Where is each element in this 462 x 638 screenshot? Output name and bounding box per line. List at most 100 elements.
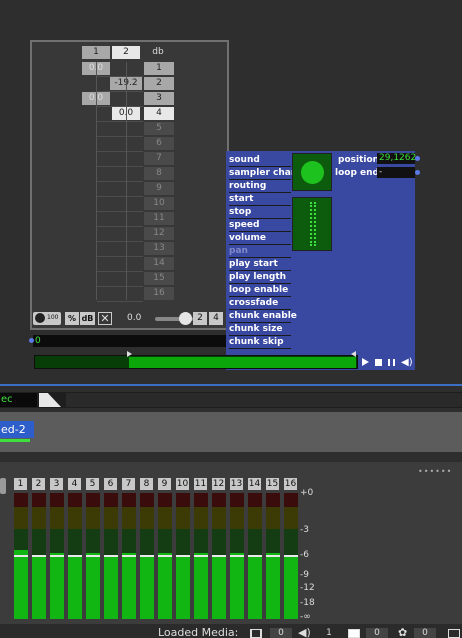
channel-meter[interactable] (86, 493, 100, 619)
meter-peak-line (176, 555, 190, 557)
sound-preview[interactable] (292, 153, 332, 191)
matrix-row-label[interactable]: 3 (144, 92, 174, 105)
matrix-column-header[interactable]: 2 (112, 46, 140, 59)
matrix-row-label[interactable]: 7 (144, 152, 174, 165)
routing-display[interactable] (292, 197, 332, 251)
matrix-row-label[interactable]: 2 (144, 77, 174, 90)
channel-label[interactable]: 7 (122, 478, 135, 490)
matrix-row-label[interactable]: 1 (144, 62, 174, 75)
sampler-param-label[interactable]: crossfade (229, 298, 278, 308)
channel-meter[interactable] (14, 493, 28, 619)
channel-label[interactable]: 2 (32, 478, 45, 490)
mixer-scroll-handle[interactable] (0, 478, 6, 494)
meter-zone (266, 507, 280, 529)
pause-icon[interactable] (388, 359, 395, 366)
meter-zone (266, 493, 280, 507)
sampler-param-label[interactable]: pan (229, 246, 248, 256)
channel-label[interactable]: 3 (50, 478, 63, 490)
channel-meter[interactable] (32, 493, 46, 619)
meter-peak-line (158, 555, 172, 557)
sampler-param-label[interactable]: stop (229, 207, 251, 217)
matrix-row-label[interactable]: 10 (144, 197, 174, 210)
position-field[interactable]: 29,1262 (377, 153, 416, 164)
channel-label[interactable]: 4 (68, 478, 81, 490)
sampler-param-label[interactable]: sampler chan (229, 168, 297, 178)
sampler-param-label[interactable]: sound (229, 155, 260, 165)
track-slot[interactable] (66, 393, 462, 407)
matrix-row-label[interactable]: 15 (144, 272, 174, 285)
sampler-param-label[interactable]: volume (229, 233, 266, 243)
matrix-row-label[interactable]: 5 (144, 122, 174, 135)
number-box[interactable]: 0 (33, 335, 226, 347)
sampler-param-label[interactable]: speed (229, 220, 259, 230)
channel-label[interactable]: 11 (194, 478, 207, 490)
channel-label[interactable]: 1 (14, 478, 27, 490)
channel-label[interactable]: 9 (158, 478, 171, 490)
loop-end-field[interactable]: - (377, 167, 415, 178)
meter-zone (32, 493, 46, 507)
other-media-icon: ✿ (398, 626, 408, 638)
channel-meter[interactable] (248, 493, 262, 619)
channel-meter[interactable] (194, 493, 208, 619)
matrix-row-label[interactable]: 13 (144, 242, 174, 255)
matrix-row-label[interactable]: 9 (144, 182, 174, 195)
channel-label[interactable]: 14 (248, 478, 261, 490)
channel-meter[interactable] (176, 493, 190, 619)
channel-label[interactable]: 13 (230, 478, 243, 490)
channel-label[interactable]: 5 (86, 478, 99, 490)
matrix-row-label[interactable]: 4 (144, 107, 174, 120)
channel-meter[interactable] (158, 493, 172, 619)
channel-meter[interactable] (230, 493, 244, 619)
matrix-gridline (97, 241, 143, 242)
speaker-icon[interactable]: ◀) (401, 357, 413, 368)
channel-meter[interactable] (104, 493, 118, 619)
channel-label[interactable]: 12 (212, 478, 225, 490)
sampler-param-label[interactable]: loop enable (229, 285, 288, 295)
sampler-param-label[interactable]: chunk skip (229, 337, 284, 347)
play-icon[interactable] (362, 358, 369, 366)
clear-x-icon[interactable]: ✕ (98, 312, 112, 325)
waveform-strip[interactable] (34, 351, 358, 369)
track-name-field[interactable]: ec (0, 393, 37, 407)
channel-label[interactable]: 15 (266, 478, 279, 490)
channel-meter[interactable] (140, 493, 154, 619)
scale-toggle-button[interactable]: 100 (33, 312, 61, 325)
start-marker-icon[interactable] (127, 351, 132, 357)
matrix-row-label[interactable]: 6 (144, 137, 174, 150)
sampler-param-label[interactable]: play length (229, 272, 286, 282)
window-icon[interactable] (448, 629, 460, 638)
sampler-param-label[interactable]: routing (229, 181, 266, 191)
channel-label[interactable]: 6 (104, 478, 117, 490)
tab-item[interactable]: ed-2 (0, 421, 34, 438)
matrix-row-label[interactable]: 14 (144, 257, 174, 270)
channel-label[interactable]: 16 (284, 478, 297, 490)
stop-icon[interactable] (375, 359, 382, 366)
channel-label[interactable]: 10 (176, 478, 189, 490)
channel-meter[interactable] (122, 493, 136, 619)
sampler-param-label[interactable]: chunk enable (229, 311, 297, 321)
sampler-param-label[interactable]: chunk size (229, 324, 282, 334)
channel-meter[interactable] (212, 493, 226, 619)
channel-meter[interactable] (284, 493, 298, 619)
channel-meter[interactable] (50, 493, 64, 619)
meter-zone (230, 507, 244, 529)
gain-slider-knob[interactable] (179, 312, 192, 325)
end-marker-icon[interactable] (351, 351, 356, 357)
matrix-row-label[interactable]: 16 (144, 287, 174, 300)
channels-2-button[interactable]: 2 (193, 312, 207, 325)
meter-level (194, 553, 208, 619)
mixer-grip[interactable]: •••••• (418, 468, 462, 476)
channel-label[interactable]: 8 (140, 478, 153, 490)
sampler-param-label[interactable]: start (229, 194, 253, 204)
sampler-param-label[interactable]: play start (229, 259, 278, 269)
percent-button[interactable]: % (65, 312, 79, 325)
channel-meter[interactable] (68, 493, 82, 619)
matrix-row-label[interactable]: 12 (144, 227, 174, 240)
matrix-row-label[interactable]: 11 (144, 212, 174, 225)
channels-4-button[interactable]: 4 (209, 312, 223, 325)
db-button[interactable]: dB (80, 312, 95, 325)
channel-meter[interactable] (266, 493, 280, 619)
matrix-row-label[interactable]: 8 (144, 167, 174, 180)
matrix-column-header[interactable]: 1 (82, 46, 110, 59)
matrix-column-header[interactable]: db (144, 46, 172, 59)
